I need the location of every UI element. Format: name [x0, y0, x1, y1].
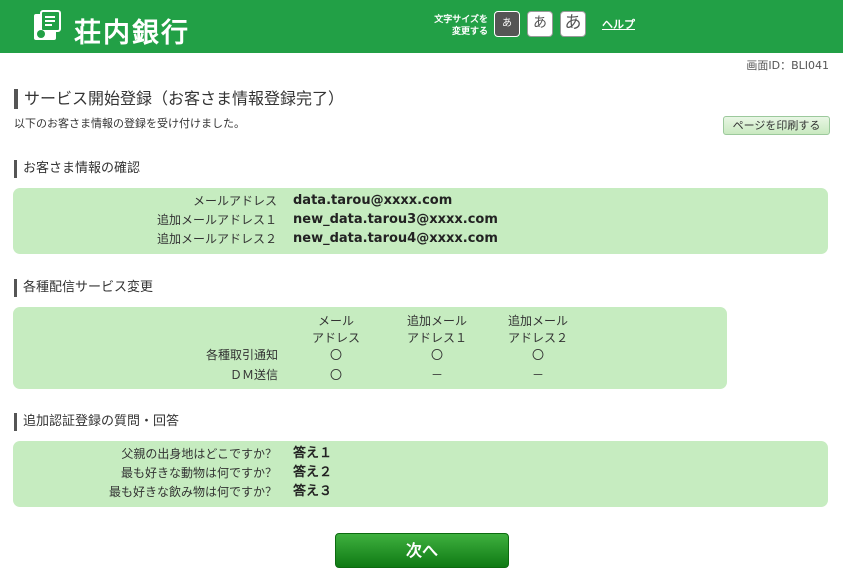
help-link[interactable]: ヘルプ — [602, 16, 635, 32]
delivery-section-title: 各種配信サービス変更 — [14, 279, 153, 297]
auth-section-title: 追加認証登録の質問・回答 — [14, 413, 179, 431]
auth-row: 最も好きな飲み物は何ですか？ 答え３ — [13, 482, 828, 502]
column-header-additional-email-2: 追加メール アドレス２ — [498, 313, 578, 347]
column-header-additional-email-1: 追加メール アドレス１ — [397, 313, 477, 347]
font-size-large-button[interactable]: あ — [560, 11, 586, 37]
delivery-cell: 〇 — [430, 348, 443, 362]
customer-info-row: 追加メールアドレス１ new_data.tarou3@xxxx.com — [13, 210, 828, 230]
next-button[interactable]: 次へ — [335, 533, 509, 568]
additional-email-2-value: new_data.tarou4@xxxx.com — [293, 231, 498, 246]
row-label-dm-delivery: ＤＭ送信 — [229, 368, 278, 382]
column-header-line: 追加メール — [507, 314, 568, 328]
font-size-label-line1: 文字サイズを — [434, 15, 488, 25]
page-title: サービス開始登録（お客さま情報登録完了） — [14, 89, 344, 109]
auth-row: 父親の出身地はどこですか？ 答え１ — [13, 444, 828, 464]
column-header-line: 追加メール — [406, 314, 467, 328]
answer-1-value: 答え１ — [293, 446, 333, 461]
customer-info-row: 追加メールアドレス２ new_data.tarou4@xxxx.com — [13, 229, 828, 249]
question-3-label: 最も好きな飲み物は何ですか？ — [108, 485, 277, 499]
additional-email-2-label: 追加メールアドレス２ — [156, 232, 277, 246]
column-header-line: メール — [317, 314, 354, 328]
email-label: メールアドレス — [192, 194, 277, 208]
email-value: data.tarou@xxxx.com — [293, 193, 453, 208]
delivery-cell: － — [430, 368, 443, 382]
bank-logo[interactable]: 荘内銀行 — [32, 10, 207, 49]
delivery-cell: 〇 — [329, 348, 342, 362]
column-header-line: アドレス１ — [406, 331, 467, 345]
bank-logo-icon — [34, 10, 61, 40]
screen-id: 画面ID：BLI041 — [746, 59, 829, 72]
column-header-line: アドレス２ — [507, 331, 568, 345]
answer-2-value: 答え２ — [293, 465, 333, 480]
header-bar: 荘内銀行 文字サイズを 変更する あ あ あ ヘルプ — [0, 0, 843, 53]
auth-row: 最も好きな動物は何ですか？ 答え２ — [13, 463, 828, 483]
auth-panel: 父親の出身地はどこですか？ 答え１ 最も好きな動物は何ですか？ 答え２ 最も好き… — [13, 441, 828, 507]
font-size-label: 文字サイズを 変更する — [430, 14, 488, 38]
font-size-small-button[interactable]: あ — [494, 11, 520, 37]
delivery-panel: メール アドレス 追加メール アドレス１ 追加メール アドレス２ 各種取引通知 … — [13, 307, 727, 389]
delivery-cell: 〇 — [531, 348, 544, 362]
column-header-email: メール アドレス — [296, 313, 376, 347]
customer-info-section-title: お客さま情報の確認 — [14, 160, 140, 178]
delivery-cell: － — [531, 368, 544, 382]
page-description: 以下のお客さま情報の登録を受け付けました。 — [14, 117, 245, 130]
column-header-line: アドレス — [311, 331, 360, 345]
font-size-label-line2: 変更する — [451, 27, 488, 37]
additional-email-1-value: new_data.tarou3@xxxx.com — [293, 212, 498, 227]
delivery-cell: 〇 — [329, 368, 342, 382]
customer-info-row: メールアドレス data.tarou@xxxx.com — [13, 191, 828, 211]
print-page-button[interactable]: ページを印刷する — [723, 116, 830, 135]
answer-3-value: 答え３ — [293, 484, 333, 499]
question-2-label: 最も好きな動物は何ですか？ — [120, 466, 277, 480]
additional-email-1-label: 追加メールアドレス１ — [156, 213, 277, 227]
row-label-transaction-notice: 各種取引通知 — [205, 348, 278, 362]
customer-info-panel: メールアドレス data.tarou@xxxx.com 追加メールアドレス１ n… — [13, 188, 828, 254]
question-1-label: 父親の出身地はどこですか？ — [121, 447, 277, 461]
bank-name: 荘内銀行 — [74, 18, 190, 49]
font-size-medium-button[interactable]: あ — [527, 11, 553, 37]
